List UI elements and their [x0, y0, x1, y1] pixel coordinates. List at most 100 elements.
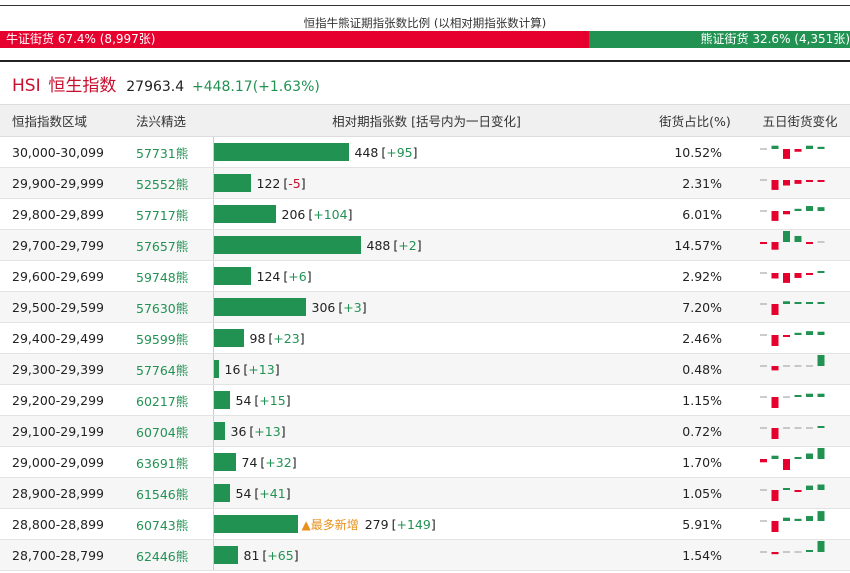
warrant-code-link[interactable]: 59599熊 [134, 322, 213, 354]
table-row: 29,800-29,899 57717熊 206 [+104] 6.01% [0, 198, 850, 230]
five-day-change-bar [806, 273, 813, 275]
daily-change-value: +23 [273, 330, 300, 346]
contracts-value: 124 [256, 268, 281, 284]
five-day-zero-mark [783, 365, 790, 367]
range-cell: 28,800-28,899 [0, 508, 134, 540]
five-day-change-chart [760, 541, 825, 555]
daily-change-value: -5 [288, 175, 301, 191]
five-day-change-bar [806, 180, 813, 182]
five-day-chart-cell [750, 291, 850, 323]
range-cell: 29,800-29,899 [0, 198, 134, 230]
daily-change: [+41] [254, 485, 291, 501]
daily-change: [+65] [262, 547, 299, 563]
warrant-code-link[interactable]: 60217熊 [134, 384, 213, 416]
five-day-change-bar [783, 517, 790, 521]
share-cell: 2.92% [640, 260, 750, 292]
five-day-change-bar [794, 235, 802, 242]
five-day-change-bar [783, 301, 790, 304]
five-day-change-chart [760, 484, 825, 501]
warrant-code-link[interactable]: 60743熊 [134, 508, 213, 540]
five-day-change-bar [783, 180, 790, 186]
share-cell: 1.54% [640, 539, 750, 571]
daily-change: [+13] [243, 361, 280, 377]
five-day-change-bar [771, 552, 779, 555]
five-day-change-bar [794, 518, 802, 521]
range-cell: 29,300-29,399 [0, 353, 134, 385]
five-day-change-chart [760, 355, 825, 371]
contracts-value: 74 [241, 454, 258, 470]
five-day-change-chart [760, 231, 825, 250]
five-day-change-chart [760, 179, 825, 190]
warrant-code-link[interactable]: 57630熊 [134, 291, 213, 323]
daily-change-value: +41 [259, 485, 286, 501]
five-day-chart-cell [750, 508, 850, 540]
five-day-zero-mark [783, 396, 790, 398]
daily-change: [+2] [393, 237, 422, 253]
contracts-cell: 124 [+6] [212, 260, 640, 292]
five-day-chart-cell [750, 229, 850, 261]
five-day-zero-mark [760, 148, 767, 150]
daily-change-value: +2 [398, 237, 417, 253]
contracts-bar [213, 174, 251, 192]
share-cell: 7.20% [640, 291, 750, 323]
warrant-code-link[interactable]: 57764熊 [134, 353, 213, 385]
five-day-change-bar [817, 393, 825, 397]
index-value: 27963.4 [126, 79, 185, 95]
five-day-change-bar [806, 331, 813, 335]
column-header-five-day: 五日街货变化 [750, 104, 850, 137]
five-day-zero-mark [817, 241, 825, 243]
warrant-code-link[interactable]: 57731熊 [134, 136, 213, 168]
contracts-bar [213, 422, 225, 440]
daily-change: [+23] [268, 330, 305, 346]
five-day-change-chart [760, 301, 825, 315]
warrant-code-link[interactable]: 59748熊 [134, 260, 213, 292]
warrant-code-link[interactable]: 60704熊 [134, 415, 213, 447]
cbbc-distribution-table: 恒指指数区域 法兴精选 相对期指张数 [括号内为一日变化] 街货占比(%) 五日… [0, 104, 850, 571]
table-row: 30,000-30,099 57731熊 448 [+95] 10.52% [0, 136, 850, 168]
share-cell: 1.70% [640, 446, 750, 478]
five-day-zero-mark [760, 334, 767, 336]
index-change: +448.17(+1.63%) [191, 79, 320, 95]
five-day-change-bar [817, 355, 825, 366]
warrant-code-link[interactable]: 57657熊 [134, 229, 213, 261]
table-row: 29,200-29,299 60217熊 54 [+15] 1.15% [0, 384, 850, 416]
contracts-value: 122 [256, 175, 281, 191]
warrant-code-link[interactable]: 63691熊 [134, 446, 213, 478]
table-row: 29,300-29,399 57764熊 16 [+13] 0.48% [0, 353, 850, 385]
contracts-cell: 122 [-5] [212, 167, 640, 199]
five-day-change-bar [771, 455, 779, 459]
contracts-cell: 54 [+41] [212, 477, 640, 509]
contracts-cell: 98 [+23] [212, 322, 640, 354]
five-day-change-bar [817, 146, 825, 149]
warrant-code-link[interactable]: 62446熊 [134, 539, 213, 571]
five-day-change-chart [760, 426, 825, 439]
contracts-cell: 74 [+32] [212, 446, 640, 478]
five-day-change-bar [771, 242, 779, 250]
table-header-row: 恒指指数区域 法兴精选 相对期指张数 [括号内为一日变化] 街货占比(%) 五日… [0, 104, 850, 137]
contracts-value: 81 [243, 547, 260, 563]
contracts-cell: 54 [+15] [212, 384, 640, 416]
table-row: 28,700-28,799 62446熊 81 [+65] 1.54% [0, 539, 850, 571]
contracts-bar [213, 267, 251, 285]
share-cell: 14.57% [640, 229, 750, 261]
five-day-zero-mark [760, 520, 767, 522]
contracts-value: 448 [354, 144, 379, 160]
five-day-change-bar [806, 242, 813, 244]
five-day-zero-mark [760, 210, 767, 212]
daily-change-value: +95 [386, 144, 413, 160]
daily-change-value: +13 [248, 361, 275, 377]
five-day-zero-mark [760, 427, 767, 429]
warrant-code-link[interactable]: 61546熊 [134, 477, 213, 509]
five-day-change-bar [794, 457, 802, 459]
five-day-zero-mark [760, 551, 767, 553]
contracts-cell: 448 [+95] [212, 136, 640, 168]
share-cell: 0.48% [640, 353, 750, 385]
five-day-change-bar [783, 459, 790, 470]
five-day-change-bar [760, 459, 767, 463]
range-cell: 28,700-28,799 [0, 539, 134, 571]
most-added-tag: ▲最多新增 [301, 517, 359, 532]
five-day-change-bar [817, 271, 825, 273]
table-row: 29,700-29,799 57657熊 488 [+2] 14.57% [0, 229, 850, 261]
warrant-code-link[interactable]: 52552熊 [134, 167, 213, 199]
warrant-code-link[interactable]: 57717熊 [134, 198, 213, 230]
